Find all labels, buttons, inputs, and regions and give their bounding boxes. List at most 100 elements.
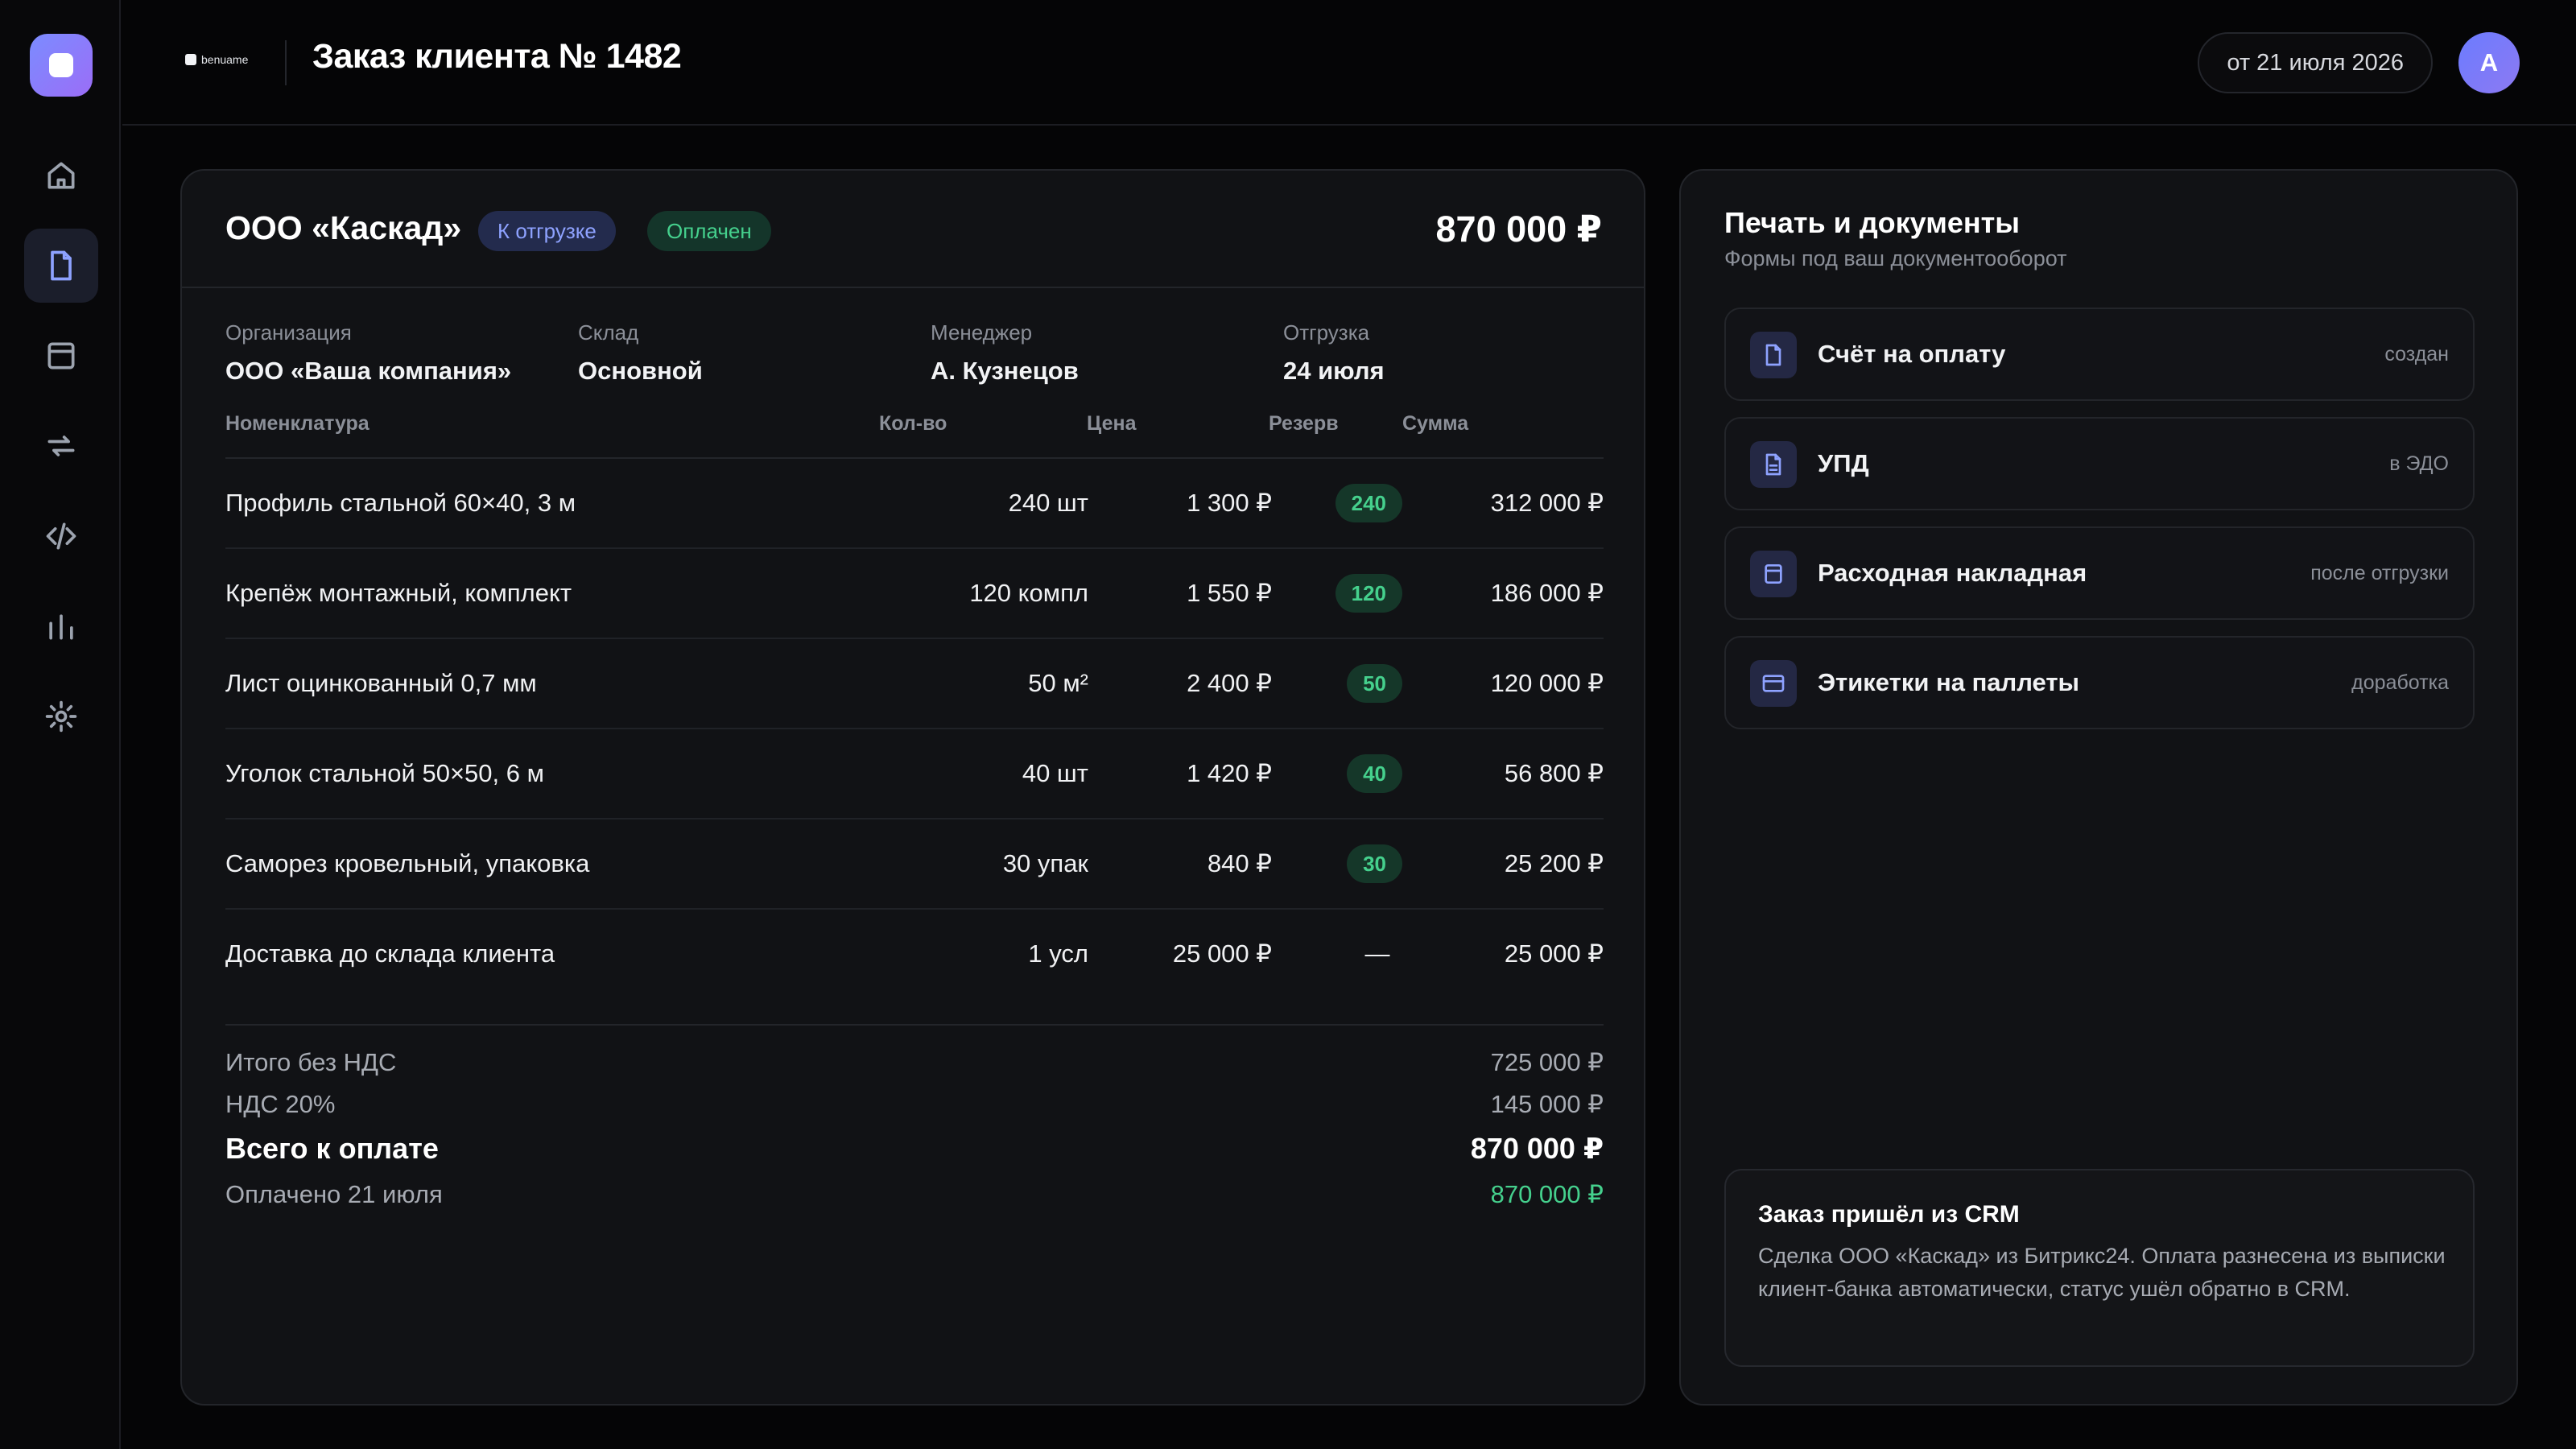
doc-icon-box [1750,441,1797,488]
nav-reports[interactable] [24,589,98,663]
doc-waybill[interactable]: Расходная накладная после отгрузки [1724,526,2475,620]
reserve-badge: 50 [1347,664,1402,703]
nav-api[interactable] [24,499,98,573]
doc-status: в ЭДО [2389,452,2449,475]
documents-card: Печать и документы Формы под ваш докумен… [1679,169,2518,1406]
column-header-name: Номенклатура [225,412,369,435]
column-header-price: Цена [1087,412,1137,435]
item-sum: 56 800 ₽ [1504,759,1604,787]
reserve-badge: 120 [1335,574,1402,613]
brand-name: benuame [201,53,249,66]
doc-icon-box [1750,551,1797,597]
meta-value: ООО «Ваша компания» [225,357,512,385]
item-price: 1 420 ₽ [1187,759,1272,787]
item-name: Уголок стальной 50×50, 6 м [225,759,544,787]
box-icon [47,342,75,369]
order-total: 870 000 ₽ [1435,208,1602,250]
doc-icon-box [1750,660,1797,707]
code-icon [46,522,76,550]
crm-notice: Заказ пришёл из CRM Сделка ООО «Каскад» … [1724,1169,2475,1367]
sidebar-rail [0,0,121,1449]
document-icon [51,250,72,281]
item-name: Лист оцинкованный 0,7 мм [225,669,537,697]
doc-name: Этикетки на паллеты [1818,668,2080,696]
table-row[interactable]: Профиль стальной 60×40, 3 м 240 шт 1 300… [225,459,1604,549]
meta-warehouse: Склад Основной [578,320,916,386]
item-qty: 30 упак [1002,849,1088,877]
doc-pallet-labels[interactable]: Этикетки на паллеты доработка [1724,636,2475,729]
order-card: ООО «Каскад» К отгрузке Оплачен 870 000 … [180,169,1645,1406]
meta-label: Менеджер [931,320,1033,345]
sync-icon [47,436,75,456]
item-qty: 40 шт [1022,759,1088,787]
date-picker[interactable]: от 21 июля 2026 [2198,32,2433,93]
nav-integrations[interactable] [24,409,98,483]
status-badge-shipping: К отгрузке [478,211,616,251]
paid-label: Оплачено 21 июля [225,1180,443,1208]
table-row[interactable]: Доставка до склада клиента 1 усл 25 000 … [225,910,1604,1000]
item-name: Профиль стальной 60×40, 3 м [225,489,576,517]
table-row[interactable]: Крепёж монтажный, комплект 120 компл 1 5… [225,549,1604,639]
item-sum: 186 000 ₽ [1490,579,1604,607]
status-badge-paid: Оплачен [647,211,771,251]
meta-label: Организация [225,320,352,345]
gear-icon [45,700,77,733]
doc-name: УПД [1818,449,1869,477]
item-sum: 312 000 ₽ [1490,489,1604,517]
item-price: 2 400 ₽ [1187,669,1272,697]
page-title: Заказ клиента № 1482 [312,37,682,76]
item-sum: 25 200 ₽ [1504,849,1604,877]
doc-status: после отгрузки [2310,561,2449,584]
brand-mark-icon [185,54,196,65]
reserve-empty: — [1364,939,1390,968]
table-row[interactable]: Уголок стальной 50×50, 6 м 40 шт 1 420 ₽… [225,729,1604,819]
order-header: ООО «Каскад» К отгрузке Оплачен 870 000 … [182,171,1644,288]
column-header-reserve: Резерв [1269,412,1339,435]
doc-invoice[interactable]: Счёт на оплату создан [1724,308,2475,401]
grand-total-label: Всего к оплате [225,1132,439,1165]
document-icon [1765,344,1781,366]
document-lines-icon [1765,453,1781,476]
nav-settings[interactable] [24,679,98,753]
meta-label: Отгрузка [1283,320,1370,345]
column-header-qty: Кол-во [879,412,947,435]
reserve-badge: 240 [1335,484,1402,522]
item-qty: 1 усл [1028,939,1088,968]
item-price: 1 550 ₽ [1187,579,1272,607]
table-row[interactable]: Саморез кровельный, упаковка 30 упак 840… [225,819,1604,910]
nav-warehouse[interactable] [24,319,98,393]
vat-label: НДС 20% [225,1090,336,1118]
doc-upd[interactable]: УПД в ЭДО [1724,417,2475,510]
avatar[interactable]: А [2458,32,2520,93]
table-row[interactable]: Лист оцинкованный 0,7 мм 50 м² 2 400 ₽ 5… [225,639,1604,729]
chart-icon [49,614,73,640]
top-bar: benuame Заказ клиента № 1482 от 21 июля … [122,0,2576,126]
doc-status: создан [2384,342,2449,365]
meta-shipment: Отгрузка 24 июля [1283,320,1621,386]
meta-label: Склад [578,320,639,345]
meta-value: Основной [578,357,703,385]
nav-home[interactable] [24,138,98,213]
grand-total-value: 870 000 ₽ [1470,1132,1604,1165]
meta-value: 24 июля [1283,357,1385,385]
reserve-badge: 30 [1347,844,1402,883]
doc-name: Счёт на оплату [1818,340,2006,368]
item-qty: 240 шт [1008,489,1088,517]
header-divider [285,40,287,85]
nav-documents[interactable] [24,229,98,303]
home-icon [47,162,75,189]
total-net-value: 725 000 ₽ [1490,1048,1604,1076]
client-name: ООО «Каскад» [225,209,462,246]
item-name: Доставка до склада клиента [225,939,555,968]
box-icon [1765,564,1782,584]
item-qty: 50 м² [1028,669,1088,697]
crm-notice-title: Заказ пришёл из CRM [1758,1201,2020,1228]
documents-subtitle: Формы под ваш документооборот [1724,246,2067,270]
doc-status: доработка [2351,671,2449,694]
meta-manager: Менеджер А. Кузнецов [931,320,1269,386]
item-name: Крепёж монтажный, комплект [225,579,572,607]
card-icon [1762,675,1785,692]
app-logo[interactable] [30,34,93,97]
totals-divider [225,1024,1604,1026]
crm-notice-text: Сделка ООО «Каскад» из Битрикс24. Оплата… [1758,1244,2446,1301]
